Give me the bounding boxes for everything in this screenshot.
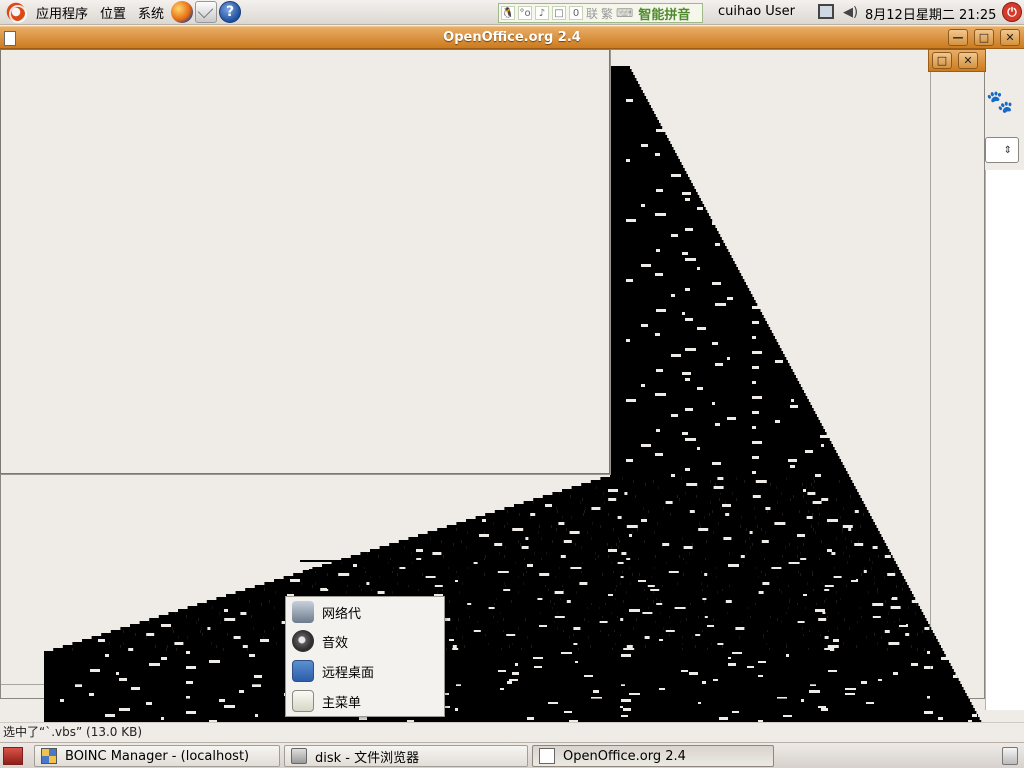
firefox-icon[interactable] — [171, 1, 194, 23]
blank-dialog — [0, 49, 610, 474]
gimp-icon[interactable]: 🐾 — [986, 90, 1013, 116]
keyboard-icon[interactable]: ⌨ — [616, 6, 633, 20]
close-button[interactable]: ✕ — [1000, 29, 1020, 46]
show-desktop-icon[interactable] — [3, 747, 23, 765]
user-switcher[interactable]: cuihao User — [718, 4, 795, 19]
menu-item-sound[interactable]: 音效 — [286, 626, 444, 656]
sound-icon — [292, 630, 314, 652]
menu-item-remote-desktop[interactable]: 远程桌面 — [286, 656, 444, 686]
menu-item-label: 主菜单 — [322, 695, 362, 711]
taskbar-item-label: OpenOffice.org 2.4 — [563, 748, 686, 764]
spin-selector[interactable]: ⇕ — [985, 137, 1019, 163]
volume-icon[interactable]: ◀) — [843, 5, 858, 20]
bottom-panel: BOINC Manager - (localhost) disk - 文件浏览器… — [0, 742, 1024, 768]
input-method-bar: 🐧 °o ♪ □ 0 联 繁 ⌨ 智能拼音 — [498, 3, 703, 23]
punctuation-icon[interactable]: □ — [552, 6, 566, 20]
taskbar-item-label: BOINC Manager - (localhost) — [65, 748, 250, 764]
menu-item-label: 音效 — [322, 635, 349, 651]
ubuntu-logo-icon[interactable] — [6, 2, 27, 23]
taskbar-item-disk[interactable]: disk - 文件浏览器 — [284, 745, 528, 767]
clock[interactable]: 8月12日星期二 21:25 — [865, 4, 996, 23]
main-menu-bar: 应用程序 位置 系统 ? — [0, 0, 242, 25]
status-bar: 选中了“`.vbs” (13.0 KB) — [0, 722, 1024, 740]
applications-menu[interactable]: 应用程序 — [30, 0, 94, 25]
window-titlebar[interactable]: OpenOffice.org 2.4 — □ ✕ — [0, 26, 1024, 49]
background-window-titlebar[interactable]: □ ✕ — [928, 49, 986, 72]
spin-arrows-icon[interactable]: ⇕ — [1004, 145, 1012, 156]
maximize-button[interactable]: □ — [974, 29, 994, 46]
taskbar-item-label: disk - 文件浏览器 — [315, 750, 420, 766]
penguin-icon[interactable]: 🐧 — [501, 6, 515, 20]
taskbar-item-boinc[interactable]: BOINC Manager - (localhost) — [34, 745, 280, 767]
main-menu-icon — [292, 690, 314, 712]
taskbar-item-openoffice[interactable]: OpenOffice.org 2.4 — [532, 745, 774, 767]
context-menu: 网络代 音效 远程桌面 主菜单 — [285, 596, 445, 717]
minimize-button[interactable]: — — [948, 29, 968, 46]
mail-icon[interactable] — [195, 1, 218, 23]
moon-icon[interactable]: ♪ — [535, 6, 549, 20]
menu-item-label: 网络代 — [322, 606, 362, 622]
background-close-button[interactable]: ✕ — [958, 52, 978, 69]
ime-name[interactable]: 智能拼音 — [638, 4, 690, 23]
ime-association[interactable]: 联 — [586, 5, 598, 22]
system-menu[interactable]: 系统 — [132, 0, 170, 25]
window-title: OpenOffice.org 2.4 — [443, 30, 581, 45]
remote-desktop-icon — [292, 660, 314, 682]
menu-item-network-proxy[interactable]: 网络代 — [286, 597, 444, 627]
trash-icon[interactable] — [1002, 747, 1018, 765]
power-icon[interactable]: ⏻ — [1002, 2, 1022, 22]
menu-item-label: 远程桌面 — [322, 665, 375, 681]
network-monitor-icon[interactable] — [818, 4, 834, 19]
soft-keyboard-toggle-icon[interactable]: 0 — [569, 6, 583, 20]
background-maximize-button[interactable]: □ — [932, 52, 952, 69]
disk-icon — [291, 748, 307, 764]
help-icon[interactable]: ? — [219, 1, 242, 23]
menu-item-main-menu[interactable]: 主菜单 — [286, 686, 444, 716]
top-panel: 应用程序 位置 系统 ? 🐧 °o ♪ □ 0 联 繁 ⌨ 智能拼音 cuiha… — [0, 0, 1024, 25]
places-menu[interactable]: 位置 — [94, 0, 132, 25]
ime-traditional[interactable]: 繁 — [601, 5, 613, 22]
document-icon — [539, 748, 555, 764]
full-half-width-icon[interactable]: °o — [518, 6, 532, 20]
network-icon — [292, 601, 314, 623]
boinc-icon — [41, 748, 57, 764]
content-area — [985, 170, 1024, 710]
